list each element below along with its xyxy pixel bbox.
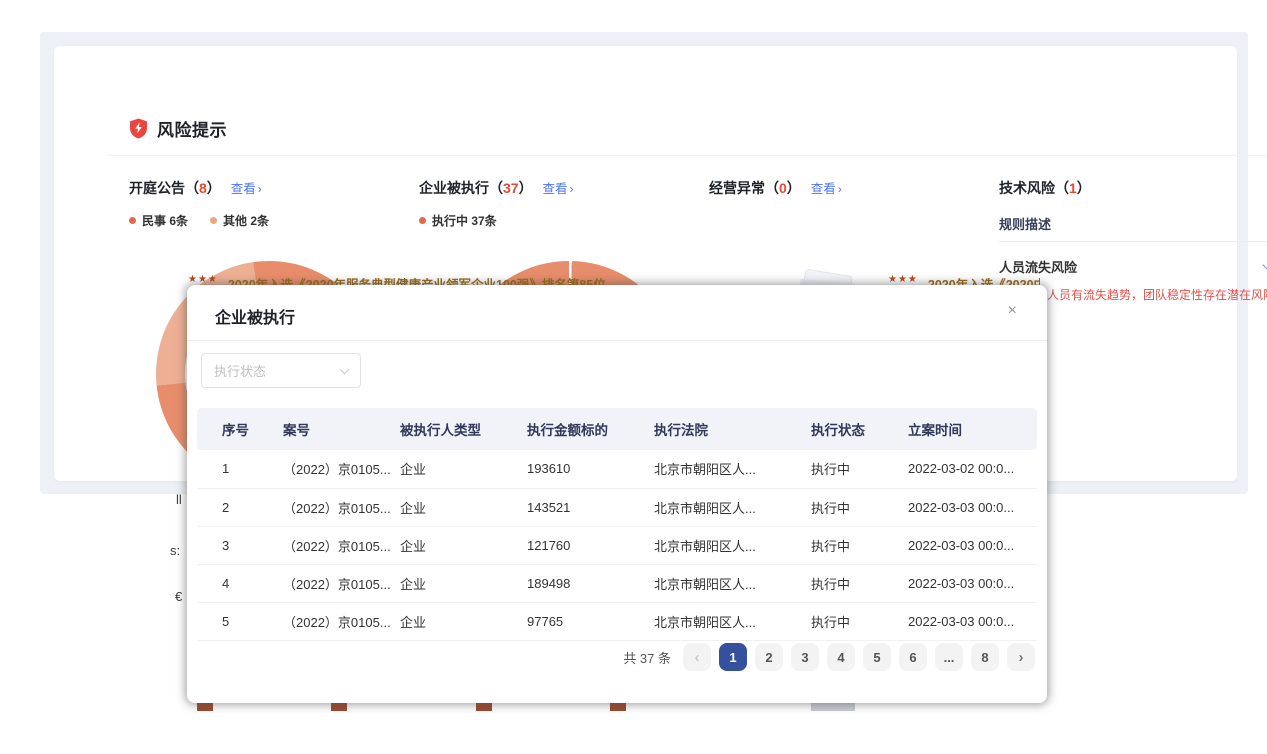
select-placeholder: 执行状态 xyxy=(214,361,266,380)
background-fragment: ll xyxy=(176,492,182,507)
section-count: 0 xyxy=(779,180,787,196)
legend-dot-icon xyxy=(129,217,136,224)
header-divider xyxy=(108,155,1267,156)
legend-item: 执行中 37条 xyxy=(419,212,497,229)
pagination-page-button[interactable]: 3 xyxy=(791,643,819,671)
pagination-page-button[interactable]: 4 xyxy=(827,643,855,671)
pagination-page-button[interactable]: 2 xyxy=(755,643,783,671)
table-row: 5（2022）京0105...企业97765北京市朝阳区人...执行中2022-… xyxy=(197,602,1037,640)
table-row: 4（2022）京0105...企业189498北京市朝阳区人...执行中2022… xyxy=(197,564,1037,602)
section-title: 经营异常 xyxy=(709,180,765,196)
background-chart-fragment xyxy=(476,703,492,711)
section-abnormal-operation: 经营异常（0） 查看› xyxy=(709,178,842,198)
table-header: 序号 案号 被执行人类型 执行金额标的 执行法院 执行状态 立案时间 xyxy=(197,408,1037,450)
panel-title: 风险提示 xyxy=(157,116,227,141)
chevron-right-icon: › xyxy=(569,182,573,196)
legend-item: 民事 6条 xyxy=(129,212,188,229)
pagination-next-button[interactable]: › xyxy=(1007,643,1035,671)
section-count: 37 xyxy=(503,180,519,196)
section-tech-risk: 技术风险（1） 规则描述 人员流失风险 企业研发人员有流失趋势，团队稳定性存在潜… xyxy=(999,178,1091,198)
pagination-ellipsis-button[interactable]: ... xyxy=(935,643,963,671)
section-count: 8 xyxy=(199,180,207,196)
col-header: 执行法院 xyxy=(629,408,786,450)
pagination: 共 37 条 ‹ 1 2 3 4 5 6 ... 8 › xyxy=(623,643,1035,671)
view-link-enforcement[interactable]: 查看› xyxy=(542,182,573,196)
pagination-page-button[interactable]: 6 xyxy=(899,643,927,671)
chevron-down-icon xyxy=(1262,259,1267,270)
col-header: 立案时间 xyxy=(883,408,1037,450)
section-court-announcements: 开庭公告（8） 查看› 民事 6条 其他 2条 xyxy=(129,178,262,198)
chevron-right-icon: › xyxy=(258,182,262,196)
modal-title: 企业被执行 xyxy=(215,304,295,328)
page: 风险提示 开庭公告（8） 查看› 民事 6条 其他 2条 企业被执行（37） 查… xyxy=(0,0,1267,754)
risk-shield-icon xyxy=(129,118,148,139)
pagination-page-button[interactable]: 1 xyxy=(719,643,747,671)
table-row: 2（2022）京0105...企业143521北京市朝阳区人...执行中2022… xyxy=(197,488,1037,526)
view-link-abnormal[interactable]: 查看› xyxy=(811,182,842,196)
legend-enforcement: 执行中 37条 xyxy=(419,212,497,229)
background-chart-fragment xyxy=(331,703,347,711)
col-header: 执行状态 xyxy=(786,408,883,450)
section-title: 技术风险 xyxy=(999,180,1055,196)
legend-item: 其他 2条 xyxy=(210,212,269,229)
background-chart-fragment xyxy=(610,703,626,711)
col-header: 案号 xyxy=(258,408,375,450)
section-title: 开庭公告 xyxy=(129,180,185,196)
col-header: 执行金额标的 xyxy=(502,408,629,450)
section-count: 1 xyxy=(1069,180,1077,196)
pagination-prev-button[interactable]: ‹ xyxy=(683,643,711,671)
close-icon[interactable]: × xyxy=(1002,302,1023,320)
pagination-total: 共 37 条 xyxy=(623,648,671,667)
table-row: 3（2022）京0105...企业121760北京市朝阳区人...执行中2022… xyxy=(197,526,1037,564)
chevron-right-icon: › xyxy=(838,182,842,196)
enforcement-table: 序号 案号 被执行人类型 执行金额标的 执行法院 执行状态 立案时间 1（202… xyxy=(197,408,1037,641)
background-fragment: € xyxy=(175,589,182,604)
risk-panel-header: 风险提示 xyxy=(129,116,227,141)
view-link-court[interactable]: 查看› xyxy=(231,182,262,196)
legend-dot-icon xyxy=(210,217,217,224)
col-header: 序号 xyxy=(197,408,258,450)
stars-icon: ★★★ xyxy=(888,274,918,285)
chevron-down-icon xyxy=(340,364,350,374)
rule-divider xyxy=(999,241,1267,242)
pagination-page-button[interactable]: 8 xyxy=(971,643,999,671)
col-header: 被执行人类型 xyxy=(375,408,502,450)
execution-status-select[interactable]: 执行状态 xyxy=(201,353,361,388)
tab-rule-description[interactable]: 规则描述 xyxy=(999,214,1051,233)
background-chart-fragment xyxy=(197,703,213,711)
legend-dot-icon xyxy=(419,217,426,224)
legend-court: 民事 6条 其他 2条 xyxy=(129,212,269,229)
section-enforcement: 企业被执行（37） 查看› 执行中 37条 xyxy=(419,178,573,198)
enforcement-modal: 企业被执行 × 执行状态 序号 案号 被执行人类型 执行金额标的 执行法院 执行… xyxy=(187,285,1047,703)
background-chart-fragment xyxy=(811,703,855,711)
section-title: 企业被执行 xyxy=(419,180,489,196)
table-row: 1（2022）京0105...企业193610北京市朝阳区人...执行中2022… xyxy=(197,450,1037,488)
background-fragment: s: xyxy=(170,543,180,558)
modal-header-divider xyxy=(187,340,1047,341)
stars-icon: ★★★ xyxy=(188,274,218,285)
pagination-page-button[interactable]: 5 xyxy=(863,643,891,671)
